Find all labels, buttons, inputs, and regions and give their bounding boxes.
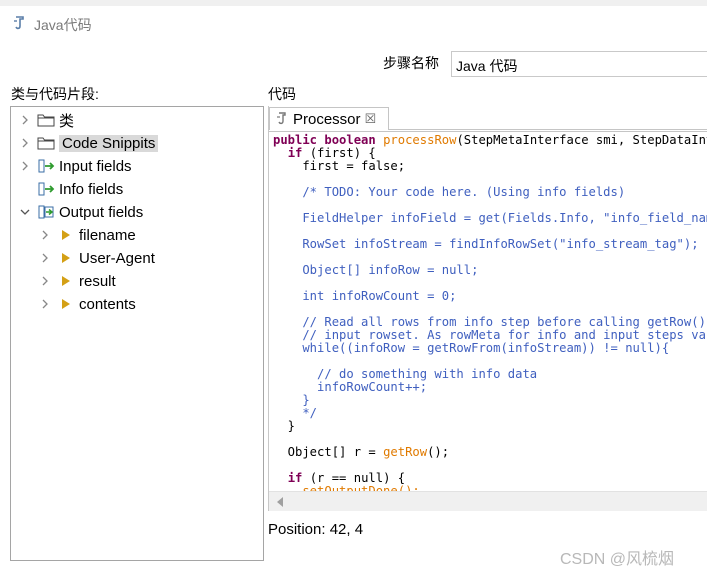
tree-item-input-fields[interactable]: Input fields bbox=[19, 155, 132, 177]
field-triangle-icon bbox=[62, 230, 70, 240]
chevron-right-icon[interactable] bbox=[39, 252, 51, 264]
tree-item-output-fields[interactable]: Output fields bbox=[19, 201, 143, 223]
code-line: Object[] r = getRow(); bbox=[273, 445, 450, 459]
horizontal-scrollbar[interactable] bbox=[269, 491, 707, 511]
chevron-down-icon[interactable] bbox=[19, 206, 31, 218]
scroll-left-icon[interactable] bbox=[277, 497, 283, 507]
close-icon[interactable]: ☒ bbox=[365, 111, 377, 127]
chevron-right-icon[interactable] bbox=[39, 298, 51, 310]
folder-icon bbox=[37, 135, 55, 151]
code-line: /* TODO: Your code here. (Using info fie… bbox=[273, 185, 626, 199]
folder-icon bbox=[37, 112, 55, 128]
tree-item-label: 类 bbox=[59, 112, 75, 130]
chevron-right-icon[interactable] bbox=[19, 114, 31, 126]
field-triangle-icon bbox=[62, 276, 70, 286]
tab-divider bbox=[389, 129, 707, 130]
chevron-right-icon[interactable] bbox=[39, 275, 51, 287]
tree-item-label: User-Agent bbox=[79, 249, 155, 267]
step-name-input[interactable] bbox=[451, 51, 707, 77]
cursor-position: Position: 42, 4 bbox=[268, 521, 364, 538]
java-file-icon bbox=[275, 112, 289, 126]
tree-item-label: Code Snippits bbox=[59, 134, 159, 152]
tree-item-result[interactable]: result bbox=[39, 270, 116, 292]
classes-tree[interactable]: 类 Code Snippits Input fields Info fields bbox=[10, 106, 264, 561]
tree-item-label: result bbox=[79, 272, 116, 290]
editor-tab-bar: Processor ☒ bbox=[269, 106, 707, 130]
watermark: CSDN @风梳烟 bbox=[560, 551, 675, 568]
tab-processor[interactable]: Processor ☒ bbox=[269, 107, 389, 130]
code-line: } bbox=[273, 419, 296, 433]
tree-item-label: filename bbox=[79, 226, 136, 244]
code-line: Object[] infoRow = null; bbox=[273, 263, 479, 277]
field-triangle-icon bbox=[62, 299, 70, 309]
code-line: int infoRowCount = 0; bbox=[273, 289, 457, 303]
title-bar: Java代码 bbox=[0, 6, 707, 40]
tree-item-label: Info fields bbox=[59, 180, 124, 198]
code-line: RowSet infoStream = findInfoRowSet("info… bbox=[273, 237, 699, 251]
info-fields-icon bbox=[37, 181, 55, 197]
chevron-right-icon[interactable] bbox=[19, 137, 31, 149]
step-name-label: 步骤名称 bbox=[383, 55, 439, 71]
code-line: first = false; bbox=[273, 159, 406, 173]
tree-item-filename[interactable]: filename bbox=[39, 224, 136, 246]
code-editor-panel: Processor ☒ public boolean processRow(St… bbox=[268, 106, 707, 511]
code-line: while((infoRow = getRowFrom(infoStream))… bbox=[273, 341, 670, 355]
tree-item-classes[interactable]: 类 bbox=[19, 109, 74, 131]
classes-snippets-label: 类与代码片段: bbox=[11, 86, 99, 102]
tree-item-label: Input fields bbox=[59, 157, 132, 175]
tree-item-label: contents bbox=[79, 295, 136, 313]
tree-item-user-agent[interactable]: User-Agent bbox=[39, 247, 155, 269]
tab-label: Processor bbox=[293, 110, 361, 128]
input-fields-icon bbox=[37, 158, 55, 174]
tree-item-code-snippits[interactable]: Code Snippits bbox=[19, 132, 159, 154]
tree-item-info-fields[interactable]: Info fields bbox=[19, 178, 123, 200]
code-line: FieldHelper infoField = get(Fields.Info,… bbox=[273, 211, 707, 225]
window-title: Java代码 bbox=[34, 17, 92, 33]
tree-item-contents[interactable]: contents bbox=[39, 293, 136, 315]
chevron-right-icon[interactable] bbox=[39, 229, 51, 241]
code-area[interactable]: public boolean processRow(StepMetaInterf… bbox=[269, 131, 707, 491]
code-label: 代码 bbox=[268, 86, 296, 102]
chevron-right-icon[interactable] bbox=[19, 160, 31, 172]
java-script-icon bbox=[11, 15, 27, 31]
output-fields-icon bbox=[37, 204, 55, 220]
tree-item-label: Output fields bbox=[59, 203, 144, 221]
field-triangle-icon bbox=[62, 253, 70, 263]
